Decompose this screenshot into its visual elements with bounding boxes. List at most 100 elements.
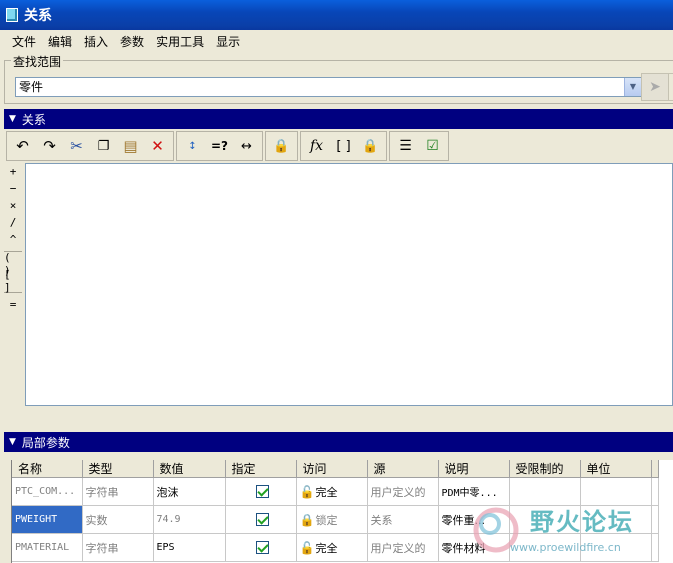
param-description[interactable]: 零件材料 <box>438 533 510 562</box>
param-unit[interactable] <box>580 505 652 534</box>
param-designated[interactable] <box>225 505 297 534</box>
relations-editor[interactable] <box>25 163 673 406</box>
menu-parameters[interactable]: 参数 <box>114 33 150 50</box>
menu-insert[interactable]: 插入 <box>78 33 114 50</box>
col-unit[interactable]: 单位 <box>580 460 652 478</box>
param-restricted[interactable] <box>509 533 581 562</box>
params-table: 名称 类型 数值 指定 访问 源 说明 受限制的 单位 PTC_COM... 字… <box>11 460 673 563</box>
param-source[interactable]: 用户定义的 <box>367 533 439 562</box>
chevron-down-icon[interactable]: ▼ <box>624 78 641 96</box>
param-value[interactable]: 泡沫 <box>153 477 226 506</box>
table-header: 名称 类型 数值 指定 访问 源 说明 受限制的 单位 <box>12 460 659 478</box>
param-source[interactable]: 关系 <box>367 505 439 534</box>
verify-icon[interactable]: 🔒 <box>357 133 384 159</box>
table-row[interactable]: PTC_COM... 字符串 泡沫 🔓完全 用户定义的 PDM中零... <box>12 477 659 506</box>
param-name[interactable]: PTC_COM... <box>12 477 83 506</box>
app-icon <box>6 8 18 22</box>
function-icon[interactable]: fx <box>303 133 330 159</box>
relations-header[interactable]: ▼ 关系 <box>4 109 673 129</box>
col-source[interactable]: 源 <box>367 460 439 478</box>
evaluate-icon[interactable]: =? <box>206 133 233 159</box>
lookup-select[interactable]: 零件 ▼ <box>15 77 642 97</box>
properties-icon[interactable]: ☰ <box>392 133 419 159</box>
bracket-icon[interactable]: [ ] <box>330 133 357 159</box>
param-name[interactable]: PMATERIAL <box>12 533 83 562</box>
insert-dimension-icon[interactable]: ↔ <box>233 133 260 159</box>
edit-tool-group: ↶ ↷ ✂ ❐ ▤ ✕ <box>6 131 174 161</box>
copy-icon[interactable]: ❐ <box>90 133 117 159</box>
param-access[interactable]: 🔒锁定 <box>296 505 368 534</box>
col-value[interactable]: 数值 <box>153 460 226 478</box>
designated-checkbox[interactable] <box>255 541 269 555</box>
unlock-icon: 🔓 <box>299 540 315 555</box>
menu-edit[interactable]: 编辑 <box>42 33 78 50</box>
paste-icon[interactable]: ▤ <box>117 133 144 159</box>
table-row[interactable]: PWEIGHT 实数 74.9 🔒锁定 关系 零件重... <box>12 505 659 534</box>
sort-tool-group: 🔒 <box>265 131 298 161</box>
pointer-icon: ➤ <box>649 79 661 95</box>
lookup-legend: 查找范围 <box>11 53 64 70</box>
param-value[interactable]: EPS <box>153 533 226 562</box>
lookup-value: 零件 <box>19 80 44 94</box>
cut-icon[interactable]: ✂ <box>63 133 90 159</box>
equals-operator[interactable]: = <box>4 296 22 313</box>
menu-file[interactable]: 文件 <box>6 33 42 50</box>
divide-operator[interactable]: / <box>4 214 22 231</box>
window-title: 关系 <box>24 8 52 24</box>
row-spacer <box>651 505 659 534</box>
lookup-group: 查找范围 零件 ▼ <box>4 53 673 104</box>
display-values-icon[interactable]: ↕ <box>179 133 206 159</box>
misc-tool-group: ☰ ☑ <box>389 131 449 161</box>
param-designated[interactable] <box>225 477 297 506</box>
col-name[interactable]: 名称 <box>12 460 83 478</box>
param-unit[interactable] <box>580 477 652 506</box>
power-operator[interactable]: ^ <box>4 231 22 248</box>
relations-toolbar: ↶ ↷ ✂ ❐ ▤ ✕ ↕ =? ↔ 🔒 fx [ ] 🔒 ☰ ☑ <box>4 130 673 162</box>
row-spacer <box>651 533 659 562</box>
select-pointer-button[interactable]: ➤ <box>641 73 669 101</box>
sort-icon[interactable]: 🔒 <box>268 133 295 159</box>
menu-display[interactable]: 显示 <box>210 33 246 50</box>
check-icon[interactable]: ☑ <box>419 133 446 159</box>
operator-toolbar: + − × / ^ ( ) [ ] = <box>4 163 24 319</box>
delete-icon[interactable]: ✕ <box>144 133 171 159</box>
param-type[interactable]: 实数 <box>82 505 154 534</box>
col-restricted[interactable]: 受限制的 <box>509 460 581 478</box>
plus-operator[interactable]: + <box>4 163 22 180</box>
param-designated[interactable] <box>225 533 297 562</box>
designated-checkbox[interactable] <box>255 513 269 527</box>
undo-icon[interactable]: ↶ <box>9 133 36 159</box>
param-type[interactable]: 字符串 <box>82 533 154 562</box>
param-access[interactable]: 🔓完全 <box>296 477 368 506</box>
minus-operator[interactable]: − <box>4 180 22 197</box>
param-name[interactable]: PWEIGHT <box>12 505 83 534</box>
collapse-icon[interactable]: ▼ <box>9 114 16 124</box>
col-type[interactable]: 类型 <box>82 460 154 478</box>
collapse-icon[interactable]: ▼ <box>9 437 16 447</box>
param-value[interactable]: 74.9 <box>153 505 226 534</box>
param-restricted[interactable] <box>509 505 581 534</box>
col-spacer <box>651 460 659 478</box>
param-type[interactable]: 字符串 <box>82 477 154 506</box>
filter-button[interactable] <box>668 73 673 101</box>
function-tool-group: fx [ ] 🔒 <box>300 131 387 161</box>
param-unit[interactable] <box>580 533 652 562</box>
redo-icon[interactable]: ↷ <box>36 133 63 159</box>
brackets-operator[interactable]: [ ] <box>4 268 22 294</box>
param-description[interactable]: PDM中零... <box>438 477 510 506</box>
param-restricted[interactable] <box>509 477 581 506</box>
access-label: 完全 <box>315 541 338 555</box>
col-access[interactable]: 访问 <box>296 460 368 478</box>
col-designated[interactable]: 指定 <box>225 460 297 478</box>
designated-checkbox[interactable] <box>255 485 269 499</box>
local-params-header[interactable]: ▼ 局部参数 <box>4 432 673 452</box>
relations-title: 关系 <box>21 112 46 127</box>
menu-utilities[interactable]: 实用工具 <box>150 33 210 50</box>
col-description[interactable]: 说明 <box>438 460 510 478</box>
access-label: 锁定 <box>315 513 338 527</box>
multiply-operator[interactable]: × <box>4 197 22 214</box>
param-source[interactable]: 用户定义的 <box>367 477 439 506</box>
param-access[interactable]: 🔓完全 <box>296 533 368 562</box>
table-row[interactable]: PMATERIAL 字符串 EPS 🔓完全 用户定义的 零件材料 <box>12 533 659 562</box>
param-description[interactable]: 零件重... <box>438 505 510 534</box>
